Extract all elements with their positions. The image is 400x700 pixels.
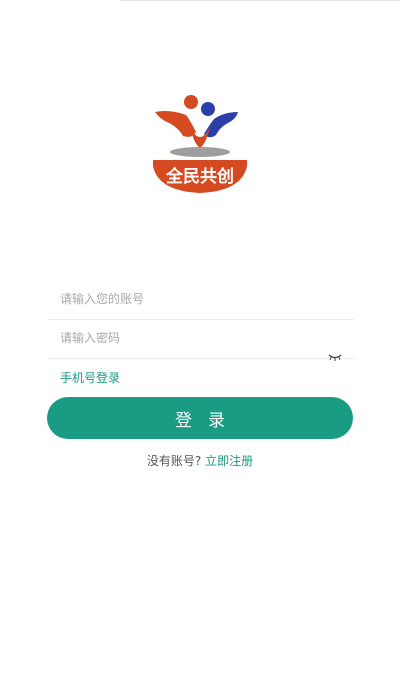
password-input[interactable] xyxy=(48,320,320,356)
eye-closed-icon[interactable] xyxy=(328,346,342,361)
logo-text: 全民共创 xyxy=(166,167,234,187)
account-input[interactable] xyxy=(48,281,320,317)
status-bar-fragment: 红包 xyxy=(0,0,120,3)
account-field xyxy=(48,281,354,320)
no-account-text: 没有账号? xyxy=(146,454,202,468)
top-divider xyxy=(120,0,400,1)
status-fragment-text: 红包 xyxy=(0,0,26,3)
phone-login-link[interactable]: 手机号登录 xyxy=(60,369,120,386)
register-link[interactable]: 立即注册 xyxy=(205,454,253,468)
login-button[interactable]: 登录 xyxy=(47,397,353,439)
app-logo: 全民共创 xyxy=(150,92,250,200)
register-prompt: 没有账号? 立即注册 xyxy=(0,452,400,469)
password-field xyxy=(48,320,354,361)
